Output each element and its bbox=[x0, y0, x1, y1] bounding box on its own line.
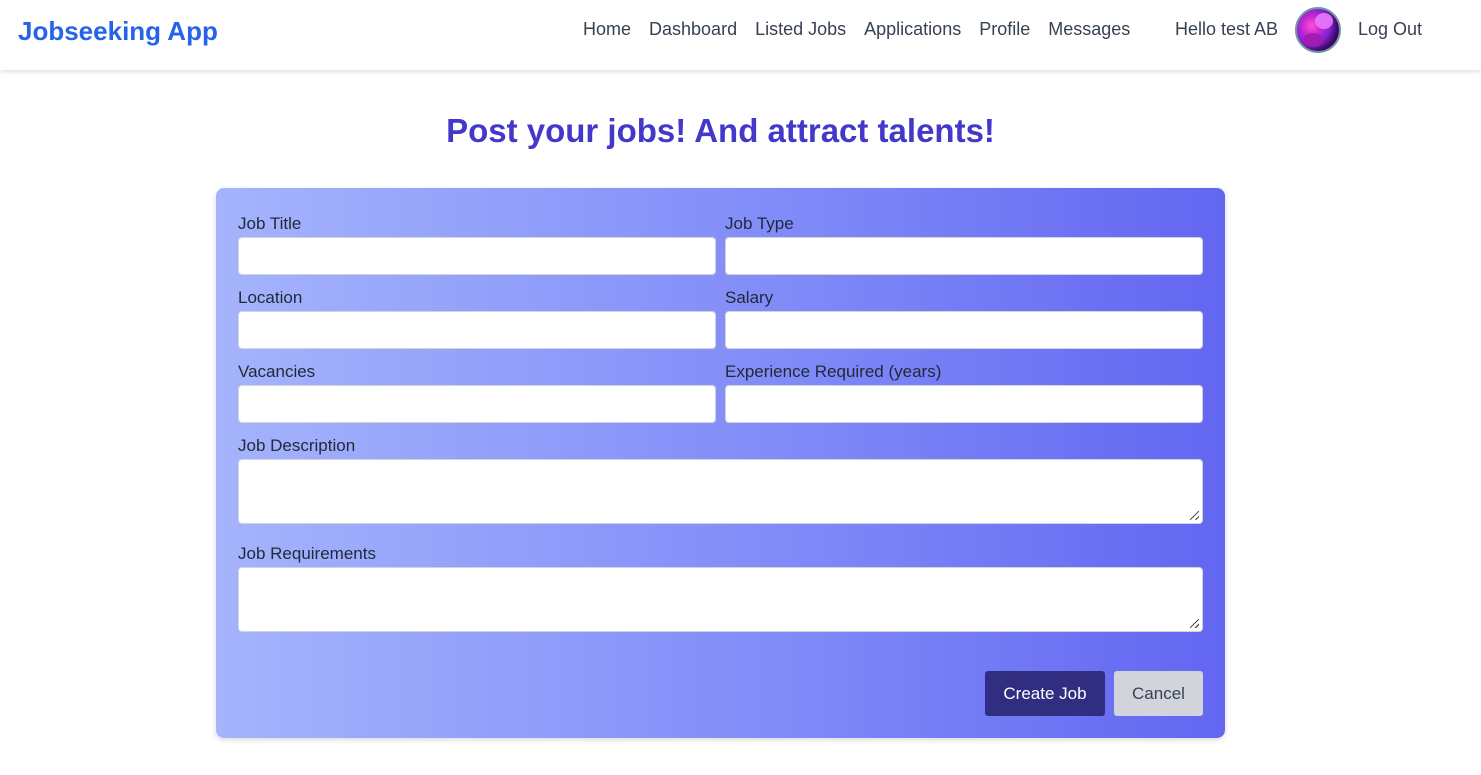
create-job-button[interactable]: Create Job bbox=[985, 671, 1105, 716]
resize-handle-icon[interactable] bbox=[1190, 511, 1199, 520]
experience-label: Experience Required (years) bbox=[725, 362, 942, 381]
job-title-label: Job Title bbox=[238, 214, 302, 233]
logout-link[interactable]: Log Out bbox=[1358, 19, 1422, 40]
job-type-label: Job Type bbox=[725, 214, 794, 233]
job-requirements-label: Job Requirements bbox=[238, 544, 376, 563]
salary-input[interactable] bbox=[725, 311, 1203, 349]
user-greeting: Hello test AB bbox=[1175, 19, 1279, 39]
job-description-textarea[interactable] bbox=[238, 459, 1203, 524]
salary-label: Salary bbox=[725, 288, 774, 307]
nav-link-applications[interactable]: Applications bbox=[864, 19, 961, 40]
page-title: Post your jobs! And attract talents! bbox=[446, 112, 995, 149]
location-label: Location bbox=[238, 288, 303, 307]
job-title-input[interactable] bbox=[238, 237, 716, 275]
experience-input[interactable] bbox=[725, 385, 1203, 423]
location-input[interactable] bbox=[238, 311, 716, 349]
nav-link-dashboard[interactable]: Dashboard bbox=[649, 19, 737, 40]
brand-logo-link[interactable]: Jobseeking App bbox=[18, 16, 218, 47]
vacancies-label: Vacancies bbox=[238, 362, 316, 381]
nav-link-listed-jobs[interactable]: Listed Jobs bbox=[755, 19, 846, 40]
nav-links: Home Dashboard Listed Jobs Applications … bbox=[583, 19, 1130, 40]
top-navbar: Jobseeking App Home Dashboard Listed Job… bbox=[0, 0, 1481, 70]
cancel-button[interactable]: Cancel bbox=[1114, 671, 1203, 716]
resize-handle-icon[interactable] bbox=[1190, 619, 1199, 628]
job-description-label: Job Description bbox=[238, 436, 356, 455]
post-job-form: Job Title Job Type Location Salary Vacan… bbox=[216, 188, 1225, 738]
job-requirements-textarea[interactable] bbox=[238, 567, 1203, 632]
user-avatar[interactable] bbox=[1295, 7, 1341, 53]
vacancies-input[interactable] bbox=[238, 385, 716, 423]
nav-link-profile[interactable]: Profile bbox=[979, 19, 1030, 40]
job-type-input[interactable] bbox=[725, 237, 1203, 275]
nav-link-messages[interactable]: Messages bbox=[1048, 19, 1130, 40]
nav-link-home[interactable]: Home bbox=[583, 19, 631, 40]
